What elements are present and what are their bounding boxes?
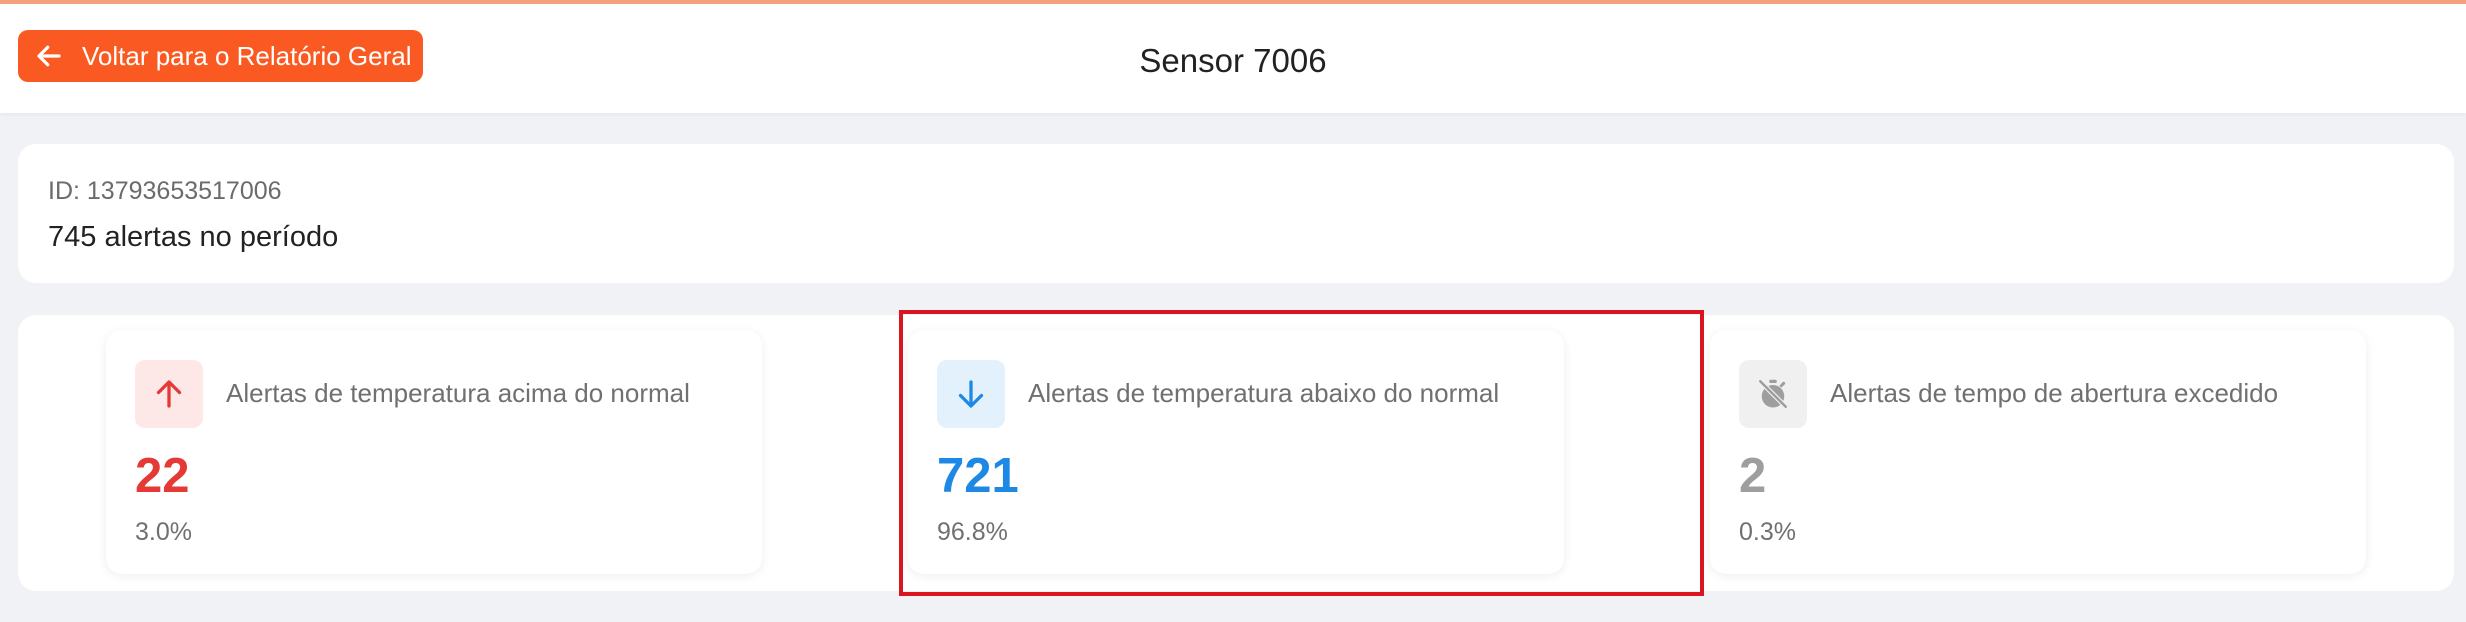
arrow-down-icon [937,360,1005,428]
stat-value: 721 [937,449,1019,503]
stat-label: Alertas de temperatura abaixo do normal [1028,378,1500,408]
arrow-up-icon [135,360,203,428]
stat-percent: 3.0% [135,518,192,546]
sensor-id: ID: 13793653517006 [48,177,282,205]
stat-percent: 96.8% [937,518,1008,546]
stat-label: Alertas de temperatura acima do normal [226,378,690,408]
timer-off-icon [1739,360,1807,428]
stat-percent: 0.3% [1739,518,1796,546]
stat-value: 2 [1739,449,1767,503]
top-bar: Voltar para o Relatório Geral Sensor 700… [0,0,2466,113]
alert-count: 745 alertas no período [48,221,339,253]
sensor-info-card: ID: 13793653517006 745 alertas no períod… [18,144,2454,283]
stat-card-low-temp[interactable]: Alertas de temperatura abaixo do normal … [908,330,1564,574]
stat-label: Alertas de tempo de abertura excedido [1830,378,2279,408]
page-title: Sensor 7006 [1139,42,1327,79]
stat-card-open-time[interactable]: Alertas de tempo de abertura excedido 2 … [1710,330,2366,574]
stat-value: 22 [135,449,190,503]
stat-card-high-temp[interactable]: Alertas de temperatura acima do normal 2… [106,330,762,574]
